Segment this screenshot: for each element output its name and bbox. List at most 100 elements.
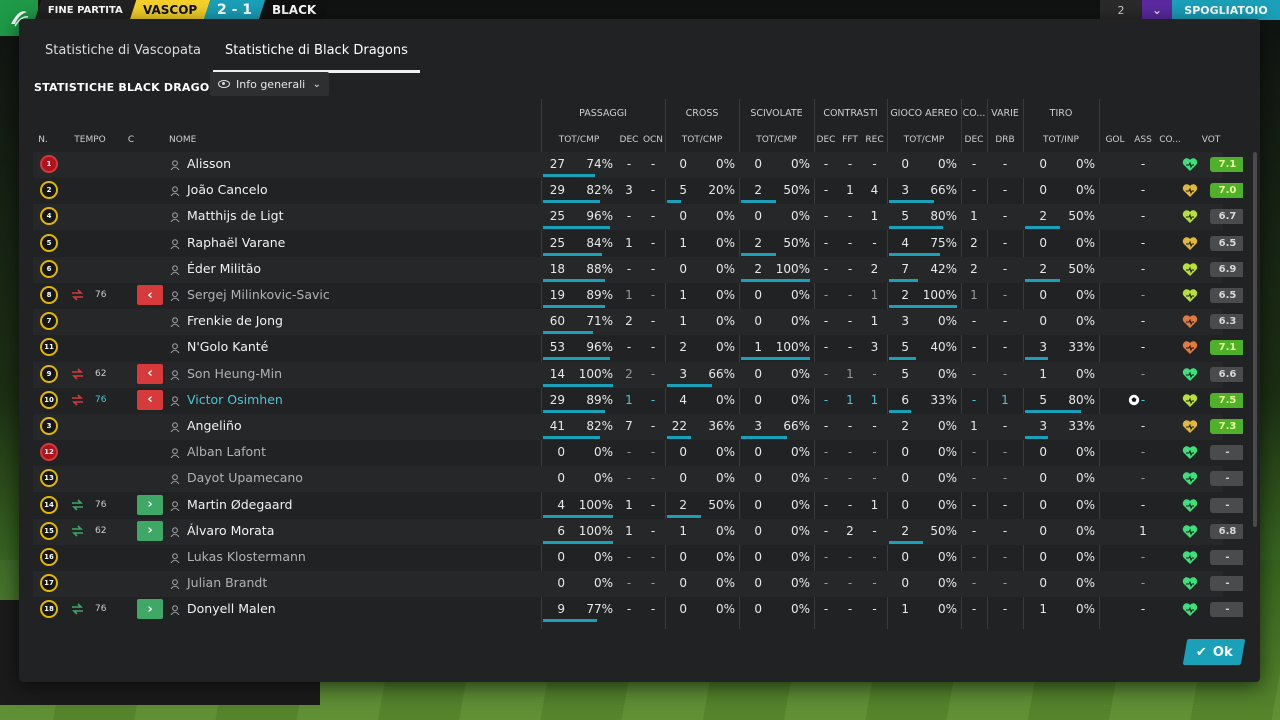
table-row[interactable]: 2 João Cancelo 29 82% 3-5 20% 2 50% -1 4 3 66% - -0 0%…: [33, 178, 1243, 204]
col-ass[interactable]: ASS: [1129, 135, 1157, 145]
contrasti-dec: -: [823, 314, 829, 329]
shirt-number-badge: 11: [40, 338, 58, 357]
chevron-icon[interactable]: ⌄: [1142, 0, 1172, 20]
shots: 0 0%: [1023, 519, 1099, 545]
table-row[interactable]: 1 Alisson 27 74% - -0 0% 0 0% - - -0 0% - -0 0% -7.1: [33, 152, 1243, 178]
col-pass-ocn[interactable]: OCN: [640, 135, 666, 145]
col-vot[interactable]: VOT: [1193, 135, 1229, 145]
player-name[interactable]: Victor Osimhen: [187, 388, 283, 414]
crosses-percent: 36%: [708, 419, 735, 433]
shots: 1 0%: [1023, 362, 1099, 388]
table-row[interactable]: 18 76 › Donyell Malen 9 77% - -0 0% 0 0% - - -1 0% - -1 0…: [33, 597, 1243, 623]
table-row[interactable]: 7 Frenkie de Jong 60 71% 2-1 0% 0 0% - -1 3 0% - -0 0%…: [33, 309, 1243, 336]
crosses-total: 0: [679, 550, 687, 564]
crosses-percent: 20%: [708, 183, 735, 198]
subbed-in-icon[interactable]: ›: [137, 599, 163, 620]
table-row[interactable]: 10 76 ‹ Victor Osimhen 29 89% 1-4 0% 0 0% -1 1 6 33% -…: [33, 388, 1243, 414]
contrasti-dec: -: [823, 366, 829, 381]
table-row[interactable]: 8 76 ‹ Sergej Milinkovic-Savic 19 89% 1 - 1 0% 0 0%…: [33, 283, 1243, 309]
col-rec[interactable]: REC: [862, 135, 887, 145]
tackles: 3 66%: [739, 414, 814, 440]
table-row[interactable]: 13 Dayot Upamecano 0 0% - -0 0% 0 0% - - -0 0% - -0 0% -…: [33, 466, 1243, 493]
subbed-out-icon[interactable]: ‹: [137, 363, 163, 384]
table-row[interactable]: 14 76 › Martin Ødegaard 4 100% 1-2 50% 0 0% - -1 0 0%…: [33, 493, 1243, 519]
passes-percent: 0%: [593, 445, 613, 460]
subbed-out-icon[interactable]: ‹: [137, 389, 163, 410]
col-drb[interactable]: DRB: [987, 135, 1023, 145]
passes-percent: 89%: [586, 288, 613, 302]
col-pass-tot[interactable]: TOT/CMP: [541, 135, 617, 145]
table-row[interactable]: 3 Angeliño 41 82% 7-22 36% 3 66% - - -2 0% 1-3 33% -7.…: [33, 414, 1243, 440]
shots: 1 0%: [1023, 597, 1099, 623]
player-name[interactable]: Frenkie de Jong: [187, 309, 283, 335]
tab-away-stats[interactable]: Statistiche di Black Dragons: [213, 43, 420, 73]
col-co2[interactable]: CO...: [1157, 135, 1183, 145]
player-name[interactable]: Martin Ødegaard: [187, 493, 292, 519]
player-name[interactable]: Sergej Milinkovic-Savic: [187, 283, 330, 309]
player-name[interactable]: Lukas Klostermann: [187, 545, 306, 571]
col-co-dec[interactable]: DEC: [961, 135, 987, 145]
shots-bar: [1025, 226, 1060, 230]
player-name[interactable]: Matthijs de Ligt: [187, 204, 283, 230]
player-name[interactable]: Son Heung-Min: [187, 362, 282, 388]
player-name[interactable]: Alban Lafont: [187, 440, 266, 466]
contrasti-dec: -: [823, 288, 829, 302]
col-fft[interactable]: FFT: [838, 135, 862, 145]
subbed-out-icon[interactable]: ‹: [137, 285, 163, 305]
table-row[interactable]: 4 Matthijs de Ligt 25 96% - -0 0% 0 0% - -1 5 80% 1-2…: [33, 204, 1243, 231]
player-name[interactable]: Julian Brandt: [187, 571, 267, 597]
col-c[interactable]: C: [125, 135, 137, 145]
player-name[interactable]: Éder Militão: [187, 257, 261, 283]
contrasti-dec: -: [823, 576, 829, 591]
subbed-in-icon[interactable]: ›: [137, 520, 163, 541]
aerial-percent: 50%: [930, 523, 957, 538]
player-name[interactable]: João Cancelo: [187, 178, 268, 204]
ok-button[interactable]: ✔ Ok: [1182, 639, 1246, 665]
substitution-icon: [71, 394, 84, 406]
col-sciv-tot[interactable]: TOT/CMP: [739, 135, 814, 145]
col-name[interactable]: NOME: [169, 135, 196, 145]
contrasti-dec: -: [823, 261, 829, 276]
player-name[interactable]: Álvaro Morata: [187, 519, 274, 545]
col-pass-dec[interactable]: DEC: [617, 135, 641, 145]
col-cross-tot[interactable]: TOT/CMP: [665, 135, 739, 145]
subbed-in-icon[interactable]: ›: [137, 494, 163, 515]
passes-total: 9: [557, 602, 565, 617]
person-icon: [170, 473, 180, 485]
player-name[interactable]: Dayot Upamecano: [187, 466, 303, 492]
aerial-percent: 80%: [930, 209, 957, 224]
player-name[interactable]: N'Golo Kanté: [187, 335, 268, 361]
col-tiro-tot[interactable]: TOT/INP: [1023, 135, 1099, 145]
table-row[interactable]: 11 N'Golo Kanté 53 96% - -2 0% 1 100% - -3 5 40% - -3 3…: [33, 335, 1243, 361]
table-row[interactable]: 16 Lukas Klostermann 0 0% - -0 0% 0 0% - - -0 0% - -0 0…: [33, 545, 1243, 571]
person-icon: [170, 578, 180, 590]
col-aereo-tot[interactable]: TOT/CMP: [887, 135, 961, 145]
tackles-percent: 50%: [783, 183, 810, 198]
player-name[interactable]: Donyell Malen: [187, 597, 276, 623]
notification-count[interactable]: 2: [1100, 0, 1142, 20]
shirt-number-badge: 2: [40, 181, 58, 200]
table-row[interactable]: 17 Julian Brandt 0 0% - -0 0% 0 0% - - -0 0% - -0 0% - -: [33, 571, 1243, 598]
table-row[interactable]: 5 Raphaël Varane 25 84% 1-1 0% 2 50% - - -4 75% 2-0 0…: [33, 231, 1243, 257]
passes-percent: 96%: [586, 340, 613, 355]
table-row[interactable]: 12 Alban Lafont 0 0% - -0 0% 0 0% - - -0 0% - -0 0% - -: [33, 440, 1243, 466]
col-con-dec[interactable]: DEC: [814, 135, 838, 145]
shots: 0 0%: [1023, 545, 1099, 571]
dressing-room-button[interactable]: SPOGLIATOIO: [1172, 0, 1280, 20]
scrollbar[interactable]: [1253, 152, 1257, 527]
col-number[interactable]: N.: [33, 135, 53, 145]
tab-home-stats[interactable]: Statistiche di Vascopata: [33, 43, 213, 73]
player-name[interactable]: Angeliño: [187, 414, 242, 440]
pass-ocn: -: [650, 183, 656, 198]
col-gol[interactable]: GOL: [1101, 135, 1129, 145]
player-name[interactable]: Alisson: [187, 152, 231, 178]
tackles-percent: 100%: [775, 340, 810, 355]
table-row[interactable]: 6 Éder Militão 18 88% - -0 0% 2 100% - -2 7 42% 2-2 50…: [33, 256, 1243, 283]
col-time[interactable]: TEMPO: [73, 135, 107, 145]
table-row[interactable]: 9 62 ‹ Son Heung-Min 14 100% 2-3 66% 0 0% -1-5 0% - -…: [33, 361, 1243, 388]
aerial-percent: 42%: [930, 261, 957, 276]
player-name[interactable]: Raphaël Varane: [187, 231, 285, 257]
table-row[interactable]: 15 62 › Álvaro Morata 6 100% 1-1 0% 0 0% -2-2 50% - -…: [33, 518, 1243, 545]
passes-bar: [543, 226, 611, 230]
view-dropdown[interactable]: Info generali ⌄: [210, 72, 329, 96]
